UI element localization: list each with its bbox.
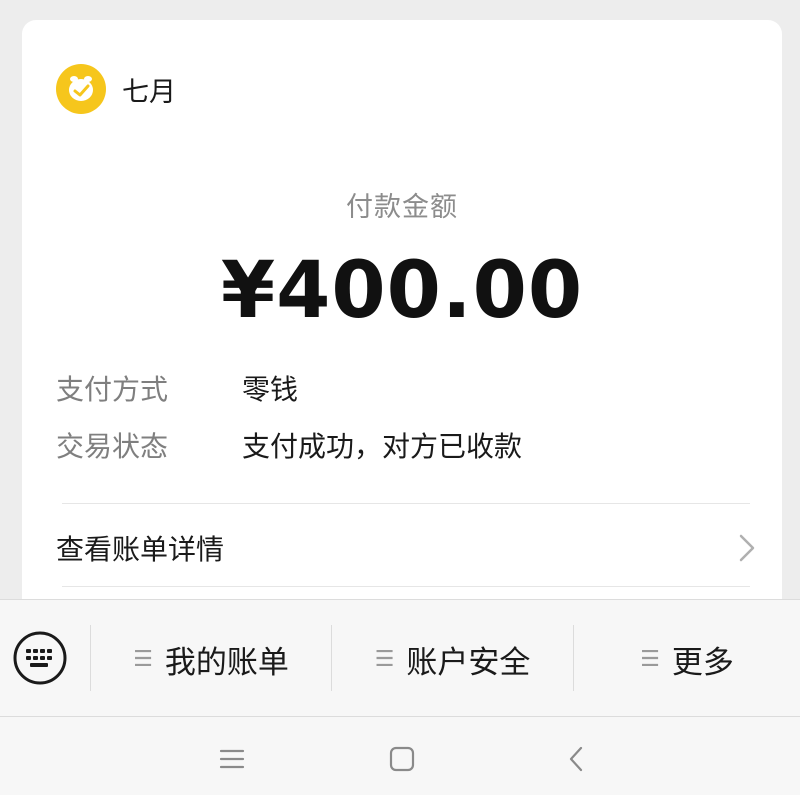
divider xyxy=(62,586,750,587)
detail-row-status: 交易状态 支付成功，对方已收款 xyxy=(56,425,522,465)
detail-key: 交易状态 xyxy=(56,430,169,463)
menu-item-label: 更多 xyxy=(671,644,734,681)
merchant-header[interactable]: 七月 xyxy=(56,64,176,114)
detail-key: 支付方式 xyxy=(56,373,169,406)
menu-item-more[interactable]: ☰ 更多 xyxy=(574,600,800,718)
amount-label: 付款金额 xyxy=(346,192,458,223)
divider xyxy=(62,503,750,504)
view-bill-details-link[interactable]: 查看账单详情 xyxy=(56,528,756,568)
menu-icon xyxy=(219,749,245,769)
nav-back-button[interactable] xyxy=(556,739,596,779)
keyboard-icon xyxy=(13,631,67,685)
bottom-menu-bar: ☰ 我的账单 ☰ 账户安全 ☰ 更多 xyxy=(0,599,800,717)
menu-lines-icon: ☰ xyxy=(374,646,395,672)
back-arrow-icon xyxy=(569,746,583,772)
payment-amount: ¥400.00 xyxy=(220,246,584,336)
menu-item-label: 我的账单 xyxy=(164,644,289,681)
merchant-avatar xyxy=(56,64,106,114)
detail-value: 零钱 xyxy=(242,373,299,406)
keyboard-toggle-button[interactable] xyxy=(12,630,68,686)
chevron-right-icon xyxy=(739,534,755,562)
merchant-name: 七月 xyxy=(122,76,176,108)
detail-value: 支付成功，对方已收款 xyxy=(242,430,523,463)
menu-item-account-security[interactable]: ☰ 账户安全 xyxy=(332,600,573,718)
bill-link-label: 查看账单详情 xyxy=(56,533,225,566)
detail-row-method: 支付方式 零钱 xyxy=(56,368,298,408)
menu-item-label: 账户安全 xyxy=(406,644,531,681)
nav-home-button[interactable] xyxy=(382,739,422,779)
menu-lines-icon: ☰ xyxy=(640,646,660,672)
system-nav-bar xyxy=(0,717,800,795)
clock-face-icon xyxy=(69,76,93,101)
menu-lines-icon: ☰ xyxy=(133,646,153,672)
menu-item-my-bills[interactable]: ☰ 我的账单 xyxy=(91,600,331,718)
payment-card: 七月 付款金额 ¥400.00 支付方式 零钱 交易状态 支付成功，对方已收款 … xyxy=(22,20,782,620)
square-home-icon xyxy=(389,746,415,772)
nav-menu-button[interactable] xyxy=(212,739,252,779)
